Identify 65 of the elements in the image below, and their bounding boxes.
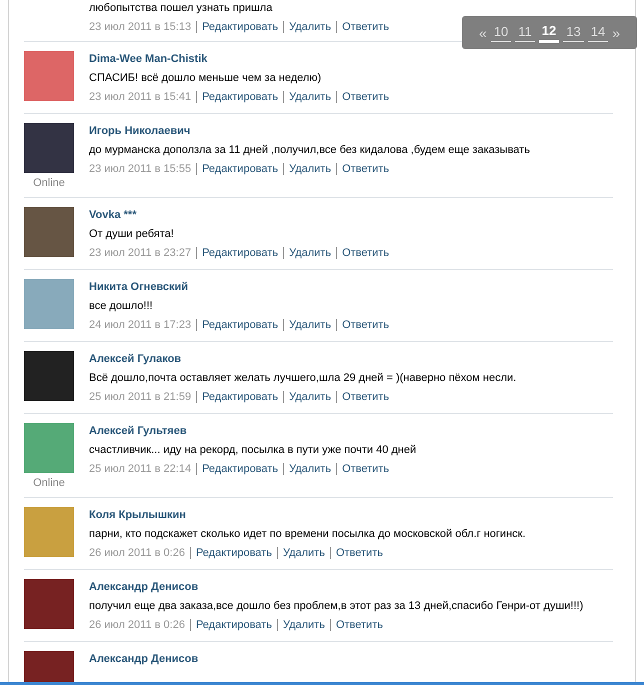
action-link[interactable]: Удалить <box>282 547 325 559</box>
avatar-photo-placeholder[interactable] <box>24 207 74 257</box>
action-link[interactable]: Удалить <box>289 463 332 475</box>
avatar-photo-placeholder[interactable] <box>24 51 74 101</box>
page-link[interactable]: 12 <box>538 22 560 42</box>
author-link[interactable]: Dima-Wee Man-Chistik <box>89 53 390 65</box>
action-link[interactable]: Удалить <box>289 91 332 103</box>
action-link[interactable]: Редактировать <box>202 247 278 259</box>
avatar-photo-placeholder[interactable] <box>24 507 74 557</box>
action-link[interactable]: Редактировать <box>202 319 278 331</box>
avatar-photo-placeholder[interactable] <box>24 423 74 473</box>
author-link[interactable]: Никита Огневский <box>89 281 390 293</box>
comment-date: 26 июл 2011 в 0:26 <box>89 547 185 559</box>
online-status: Online <box>33 177 65 189</box>
author-link[interactable]: Александр Денисов <box>89 581 584 593</box>
action-link[interactable]: Удалить <box>289 163 332 175</box>
author-link[interactable]: Коля Крылышкин <box>89 509 526 521</box>
action-link[interactable]: Редактировать <box>196 547 272 559</box>
action-link[interactable]: Ответить <box>342 391 390 403</box>
action-link[interactable]: Ответить <box>342 247 390 259</box>
action-link[interactable]: Ответить <box>336 547 383 559</box>
comment-date: 26 июл 2011 в 0:26 <box>89 619 185 631</box>
author-link[interactable]: Алексей Гультяев <box>89 425 416 437</box>
author-link[interactable]: Vovka *** <box>89 209 390 221</box>
author-link[interactable]: Алексей Гулаков <box>89 353 516 365</box>
author-link[interactable]: Александр Денисов <box>89 653 198 665</box>
avatar-photo-placeholder[interactable] <box>24 279 74 329</box>
action-link[interactable]: Редактировать <box>202 91 278 103</box>
action-link[interactable]: Ответить <box>342 163 390 175</box>
author-link[interactable]: Игорь Николаевич <box>89 125 530 137</box>
action-link[interactable]: Редактировать <box>196 619 272 631</box>
action-link[interactable]: Удалить <box>289 247 332 259</box>
action-link[interactable]: Ответить <box>342 21 390 33</box>
comment-date: 24 июл 2011 в 17:23 <box>89 319 192 331</box>
online-status: Online <box>33 477 65 489</box>
action-link[interactable]: Ответить <box>342 91 390 103</box>
comment-text: до мурманска доползла за 11 дней ,получил,все без кидалова ,будем еще заказывать <box>89 144 530 156</box>
comment-text: любопытства пошел узнать пришла <box>89 2 274 14</box>
action-link[interactable]: Удалить <box>289 391 332 403</box>
avatar-photo-placeholder[interactable] <box>24 351 74 401</box>
action-link[interactable]: Редактировать <box>202 391 278 403</box>
comment-text: получил еще два заказа,все дошло без проблем,в этот раз за 13 дней,спасибо Генри-от души!!!) <box>89 600 584 612</box>
action-link[interactable]: Ответить <box>336 619 383 631</box>
comment-text: парни, кто подскажет сколько идет по времени посылка до московской обл.г ногинск. <box>89 528 526 540</box>
comment-date: 23 июл 2011 в 23:27 <box>89 247 192 259</box>
comment-date: 23 июл 2011 в 15:55 <box>89 163 192 175</box>
comment-date: 23 июл 2011 в 15:13 <box>89 21 192 33</box>
action-link[interactable]: Удалить <box>289 21 332 33</box>
comment-date: 25 июл 2011 в 21:59 <box>89 391 192 403</box>
comment-date: 25 июл 2011 в 22:14 <box>89 463 192 475</box>
comment-text: СПАСИБ! всё дошло меньше чем за неделю) <box>89 72 322 84</box>
action-link[interactable]: Удалить <box>289 319 332 331</box>
comment-text: От души ребята! <box>89 228 175 240</box>
action-link[interactable]: Редактировать <box>202 21 278 33</box>
avatar-photo-placeholder[interactable] <box>24 123 74 173</box>
comment-text: Всё дошло,почта оставляет желать лучшего,шла 29 дней = )(наверно пёхом несли. <box>89 372 516 384</box>
action-link[interactable]: Редактировать <box>202 163 278 175</box>
comment-date: 23 июл 2011 в 15:41 <box>89 91 192 103</box>
comment-text: счастливчик... иду на рекорд, посылка в пути уже почти 40 дней <box>89 444 416 456</box>
action-link[interactable]: Редактировать <box>202 463 278 475</box>
comment-text: все дошло!!! <box>89 300 154 312</box>
action-link[interactable]: Ответить <box>342 463 390 475</box>
action-link[interactable]: Удалить <box>282 619 325 631</box>
avatar-photo-placeholder[interactable] <box>24 579 74 629</box>
action-link[interactable]: Ответить <box>342 319 390 331</box>
